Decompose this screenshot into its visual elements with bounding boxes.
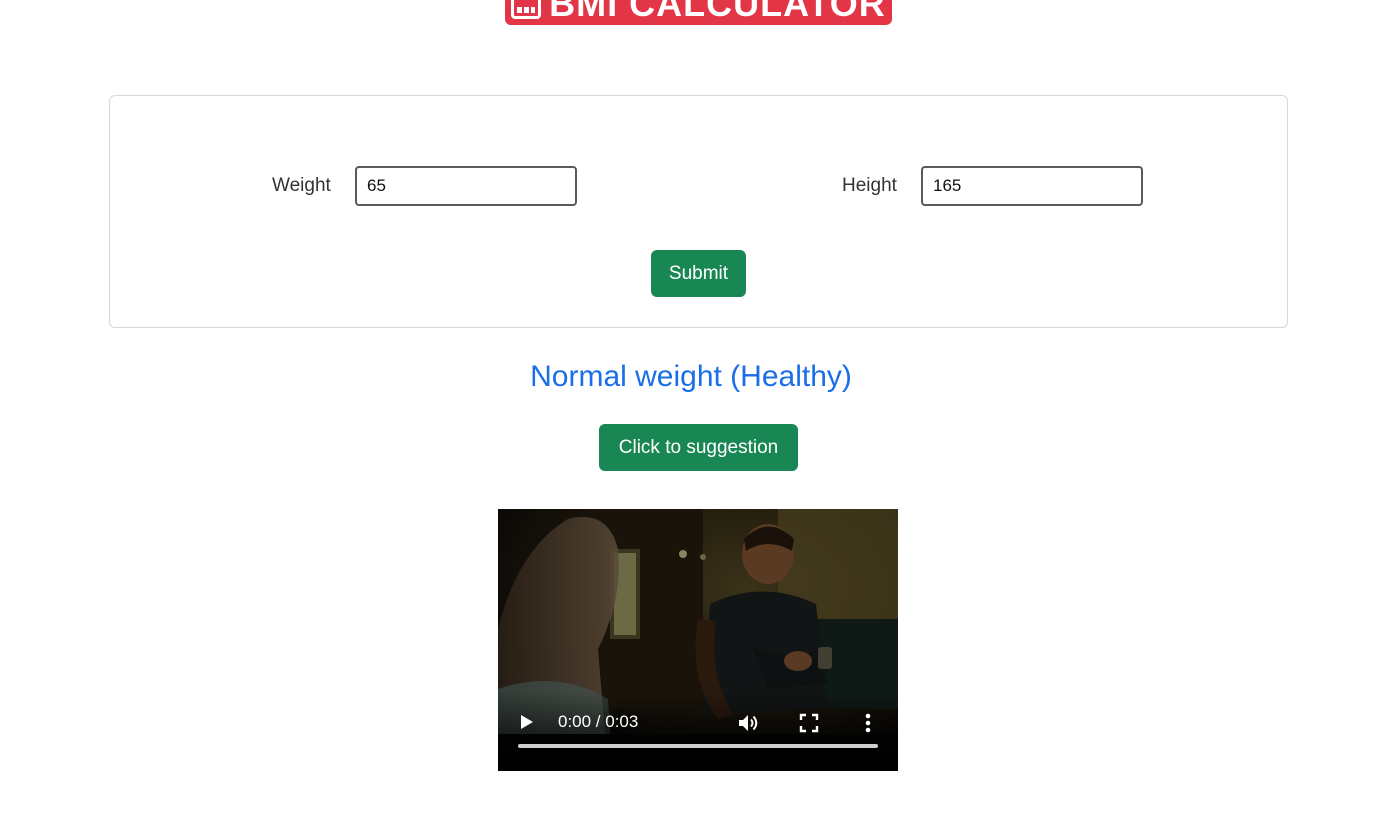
video-progress-bar[interactable]	[518, 744, 878, 748]
play-icon[interactable]	[520, 714, 534, 730]
bmi-form-card: Weight Height Submit	[109, 95, 1288, 328]
more-options-icon[interactable]	[858, 711, 878, 735]
page-title: BMI CALCULATOR	[549, 0, 886, 24]
calculator-icon	[511, 0, 542, 19]
fullscreen-icon[interactable]	[798, 712, 820, 734]
height-input[interactable]	[921, 166, 1143, 206]
bmi-result-text: Normal weight (Healthy)	[530, 360, 852, 393]
submit-button[interactable]: Submit	[651, 250, 746, 297]
height-label: Height	[842, 175, 897, 196]
video-time: 0:00 / 0:03	[558, 712, 639, 731]
video-controls: 0:00 / 0:03	[498, 691, 898, 771]
page-title-badge: BMI CALCULATOR	[505, 0, 892, 25]
volume-icon[interactable]	[736, 711, 760, 735]
weight-input[interactable]	[355, 166, 577, 206]
weight-label: Weight	[272, 175, 331, 196]
video-player[interactable]: 0:00 / 0:03	[498, 509, 898, 771]
suggestion-button[interactable]: Click to suggestion	[599, 424, 798, 471]
